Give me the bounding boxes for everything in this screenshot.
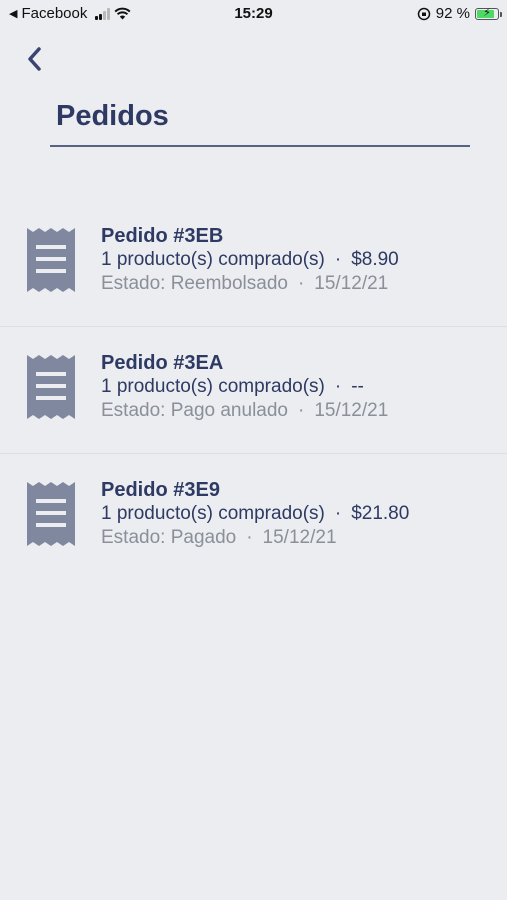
battery-percent: 92 % bbox=[435, 5, 470, 22]
orders-list: Pedido #3EB 1 producto(s) comprado(s) · $8… bbox=[0, 200, 507, 580]
order-products: 1 producto(s) comprado(s) bbox=[101, 503, 325, 524]
order-summary: 1 producto(s) comprado(s) · -- bbox=[101, 375, 388, 399]
order-item[interactable]: Pedido #3EB 1 producto(s) comprado(s) · $8… bbox=[0, 200, 507, 327]
order-details: Pedido #3EB 1 producto(s) comprado(s) · $8… bbox=[101, 224, 399, 296]
order-item[interactable]: Pedido #3EA 1 producto(s) comprado(s) · --… bbox=[0, 327, 507, 454]
order-price: $21.80 bbox=[351, 503, 410, 524]
order-title: Pedido #3EA bbox=[101, 352, 224, 374]
separator-dot: · bbox=[246, 527, 253, 548]
order-details: Pedido #3E9 1 producto(s) comprado(s) · $2… bbox=[101, 478, 409, 550]
order-products: 1 producto(s) comprado(s) bbox=[101, 249, 325, 270]
orientation-lock-icon bbox=[417, 7, 431, 20]
receipt-icon bbox=[27, 355, 75, 419]
order-state: Estado: Reembolsado bbox=[101, 273, 288, 294]
order-details: Pedido #3EA 1 producto(s) comprado(s) · --… bbox=[101, 351, 388, 423]
order-price: $8.90 bbox=[351, 249, 399, 270]
chevron-left-icon bbox=[28, 47, 41, 71]
order-status-line: Estado: Pagado · 15/12/21 bbox=[101, 526, 409, 550]
order-products: 1 producto(s) comprado(s) bbox=[101, 376, 325, 397]
separator-dot: · bbox=[334, 249, 342, 270]
order-state: Estado: Pagado bbox=[101, 527, 237, 548]
order-state: Estado: Pago anulado bbox=[101, 400, 288, 421]
back-button[interactable] bbox=[20, 44, 50, 74]
receipt-icon bbox=[27, 228, 75, 292]
order-price: -- bbox=[351, 376, 364, 397]
separator-dot: · bbox=[334, 376, 342, 397]
status-bar: ◀ Facebook 15:29 92 % ⚡ bbox=[0, 0, 507, 30]
order-summary: 1 producto(s) comprado(s) · $8.90 bbox=[101, 248, 399, 272]
order-date: 15/12/21 bbox=[314, 273, 389, 294]
order-title: Pedido #3EB bbox=[101, 225, 224, 247]
separator-dot: · bbox=[297, 273, 305, 294]
order-date: 15/12/21 bbox=[262, 527, 337, 548]
order-status-line: Estado: Reembolsado · 15/12/21 bbox=[101, 272, 399, 296]
title-divider bbox=[50, 145, 470, 147]
separator-dot: · bbox=[298, 400, 305, 421]
order-date: 15/12/21 bbox=[314, 400, 389, 421]
order-title: Pedido #3E9 bbox=[101, 479, 220, 501]
order-status-line: Estado: Pago anulado · 15/12/21 bbox=[101, 399, 388, 423]
order-summary: 1 producto(s) comprado(s) · $21.80 bbox=[101, 502, 409, 526]
order-item[interactable]: Pedido #3E9 1 producto(s) comprado(s) · $2… bbox=[0, 454, 507, 580]
charging-bolt-icon: ⚡ bbox=[483, 6, 491, 19]
receipt-icon bbox=[27, 482, 75, 546]
page-title: Pedidos bbox=[56, 100, 169, 132]
battery-icon: ⚡ bbox=[475, 6, 502, 20]
separator-dot: · bbox=[334, 503, 342, 524]
status-bar-right: 92 % ⚡ bbox=[417, 5, 502, 22]
